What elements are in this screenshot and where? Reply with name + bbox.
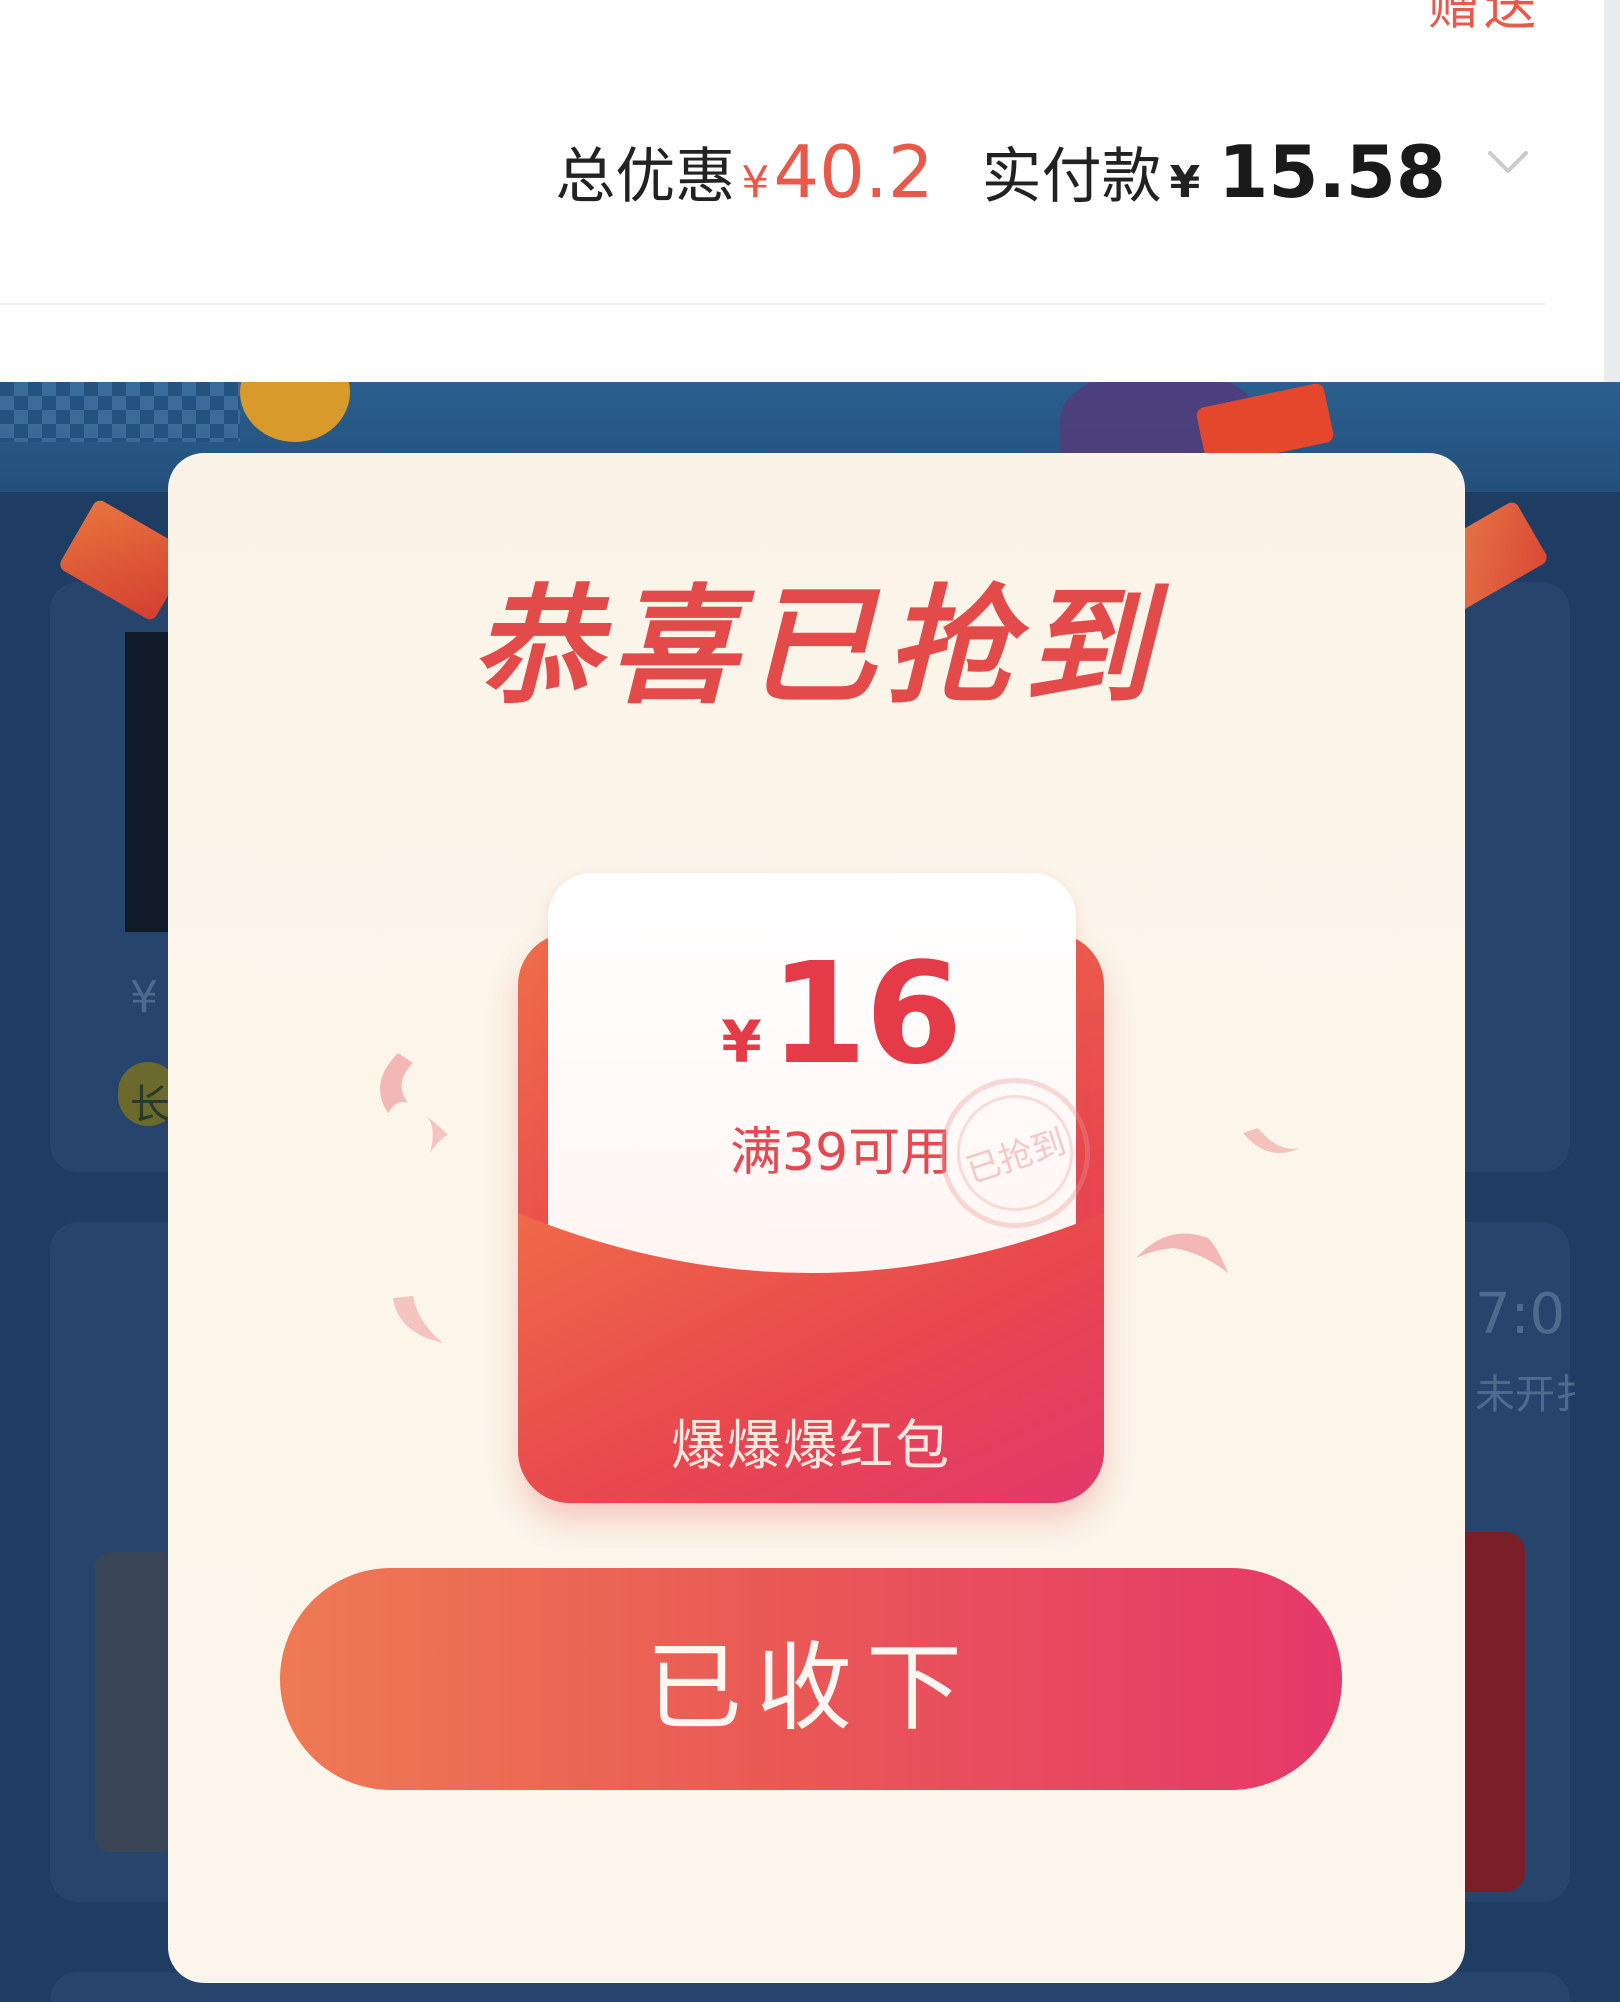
confetti-icon <box>1136 1233 1228 1273</box>
confetti-icon <box>380 1053 448 1153</box>
collected-button-label: 已收下 <box>646 1631 976 1744</box>
scroll-rail <box>1604 0 1620 382</box>
collected-button[interactable]: 已收下 <box>280 1568 1342 1790</box>
sale-status-text: 未开扌 <box>1475 1372 1595 1418</box>
modal-title: 恭喜已抢到 <box>471 573 1162 722</box>
amount-paid-label: 实付款 <box>981 142 1162 212</box>
product-thumbnail <box>95 1552 175 1852</box>
coupon-amount: 16 <box>769 933 963 1096</box>
price-summary-row[interactable]: 总优惠 ¥ 40.2 实付款 ¥ 15.58 <box>555 128 1530 214</box>
divider <box>0 303 1545 305</box>
paid-currency: ¥ <box>1169 157 1201 208</box>
red-packet-coupon: ¥16 满39可用 已抢到 爆爆爆红包 <box>518 873 1110 1513</box>
amount-paid-value: 15.58 <box>1218 130 1446 214</box>
stamp-inner-ring: 已抢到 <box>941 1079 1089 1227</box>
discount-currency: ¥ <box>741 157 770 208</box>
order-summary-panel: 赠送 总优惠 ¥ 40.2 实付款 ¥ 15.58 <box>0 0 1620 382</box>
stamp-text: 已抢到 <box>961 1121 1071 1192</box>
coupon-amount-row: ¥16 <box>548 933 1134 1096</box>
confetti-icon <box>393 1296 443 1343</box>
tag-text: 长 <box>130 1082 170 1128</box>
sale-time-text: 7:0 <box>1475 1282 1566 1347</box>
confetti-icon <box>1243 1128 1300 1153</box>
total-discount-label: 总优惠 <box>555 142 736 212</box>
discount-amount: 40.2 <box>773 130 934 214</box>
checker-decoration <box>0 382 240 442</box>
cut-off-text: 赠送 <box>1427 0 1540 37</box>
coupon-currency: ¥ <box>721 1008 762 1076</box>
reward-modal: 恭喜已抢到 ¥16 满39可用 已抢到 爆爆爆红包 已收下 <box>168 453 1465 1983</box>
red-packet-name: 爆爆爆红包 <box>671 1414 951 1477</box>
chevron-down-icon[interactable] <box>1486 141 1530 185</box>
price-text: ¥ <box>130 972 158 1023</box>
